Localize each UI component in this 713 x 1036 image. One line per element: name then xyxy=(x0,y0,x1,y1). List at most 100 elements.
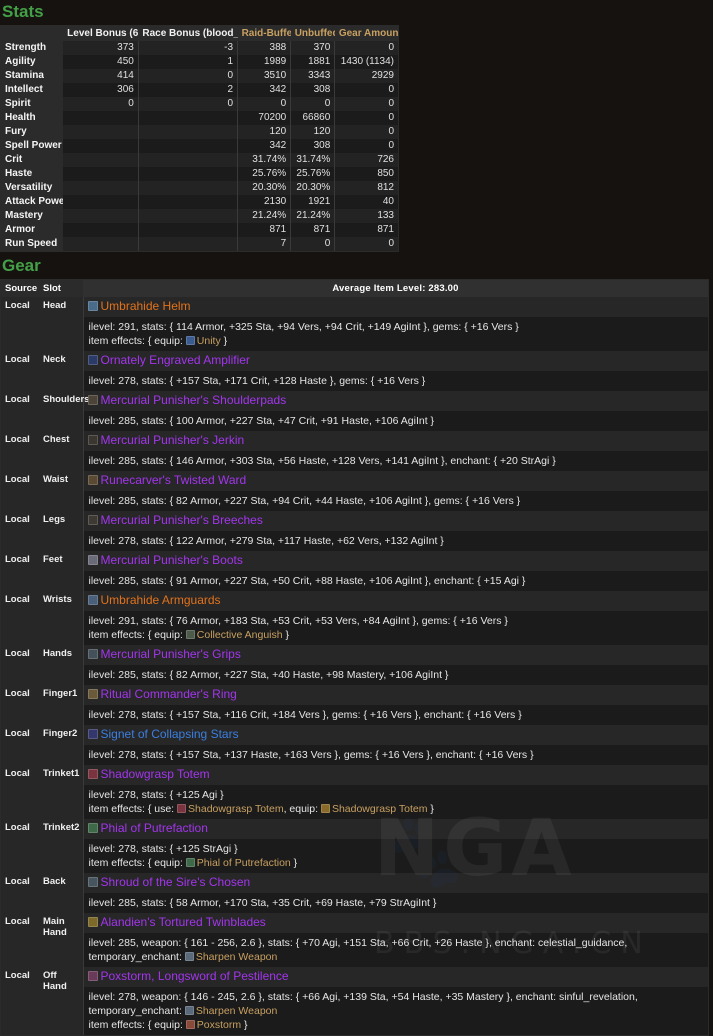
gear-item-name-cell[interactable]: Poxstorm, Longsword of Pestilence xyxy=(82,967,708,987)
item-name-link[interactable]: Shadowgrasp Totem xyxy=(101,767,210,781)
gear-item-name-cell[interactable]: Mercurial Punisher's Jerkin xyxy=(82,431,708,451)
item-name-link[interactable]: Runecarver's Twisted Ward xyxy=(101,473,247,487)
stats-cell-gear-amount: 133 xyxy=(334,209,398,223)
item-name-link[interactable]: Mercurial Punisher's Jerkin xyxy=(101,433,245,447)
stats-cell-gear-amount: 726 xyxy=(334,153,398,167)
stats-row-label: Mastery xyxy=(1,209,64,223)
stats-col-raid-buffed: Raid-Buffed xyxy=(237,26,291,41)
item-effects-line: item effects: { equip: Phial of Putrefac… xyxy=(88,857,298,869)
stats-header-row: Level Bonus (60) Race Bonus (blood_elf) … xyxy=(1,26,398,41)
gear-table: Source Slot Average Item Level: 283.00 L… xyxy=(1,280,708,1035)
stats-cell-level-bonus: 414 xyxy=(63,69,139,83)
stats-cell-gear-amount: 0 xyxy=(334,97,398,111)
stats-cell-gear-amount: 2929 xyxy=(334,69,398,83)
gear-item-row: Local Hands Mercurial Punisher's Grips xyxy=(1,645,708,685)
gear-item-name-cell[interactable]: Signet of Collapsing Stars xyxy=(82,725,708,745)
gear-item-row: Local Head Umbrahide Helm xyxy=(1,297,708,351)
stats-cell-level-bonus: 373 xyxy=(63,41,139,55)
stats-cell-raid-buffed: 20.30% xyxy=(237,181,291,195)
gear-item-name-cell[interactable]: Mercurial Punisher's Boots xyxy=(82,551,708,571)
gear-item-row: Local Trinket2 Phial of Putrefaction xyxy=(1,819,708,873)
gear-item-row: Local Wrists Umbrahide Armguards xyxy=(1,591,708,645)
item-stats-line: ilevel: 291, stats: { 114 Armor, +325 St… xyxy=(88,321,519,333)
item-effect-link[interactable]: Shadowgrasp Totem xyxy=(332,803,428,815)
item-stats-line: ilevel: 285, stats: { 146 Armor, +303 St… xyxy=(88,455,556,467)
item-name-link[interactable]: Poxstorm, Longsword of Pestilence xyxy=(101,969,289,983)
item-name-link[interactable]: Shroud of the Sire's Chosen xyxy=(101,875,251,889)
gear-detail-cell: ilevel: 278, weapon: { 146 - 245, 2.6 },… xyxy=(82,987,708,1035)
gear-detail-cell: ilevel: 285, stats: { 58 Armor, +170 Sta… xyxy=(82,893,708,913)
item-name-link[interactable]: Alandien's Tortured Twinblades xyxy=(101,915,266,929)
item-name-link[interactable]: Ornately Engraved Amplifier xyxy=(101,353,250,367)
item-effect-link[interactable]: Poxstorm xyxy=(197,1019,241,1031)
stats-row-label: Attack Power xyxy=(1,195,64,209)
gear-source: Local xyxy=(1,511,39,551)
item-effects-line: item effects: { equip: Collective Anguis… xyxy=(88,629,290,641)
stats-row: Strength 373 -3 388 370 0 xyxy=(1,41,398,55)
gear-item-name-cell[interactable]: Mercurial Punisher's Grips xyxy=(82,645,708,665)
stats-col-level-bonus: Level Bonus (60) xyxy=(63,26,139,41)
gear-item-row: Local Main Hand Alandien's Tortured Twinbl… xyxy=(1,913,708,967)
gear-detail-cell: ilevel: 285, stats: { 100 Armor, +227 St… xyxy=(82,411,708,431)
gear-item-name-cell[interactable]: Ritual Commander's Ring xyxy=(82,685,708,705)
item-icon xyxy=(87,554,98,565)
gear-detail-cell: ilevel: 285, stats: { 82 Armor, +227 Sta… xyxy=(82,665,708,685)
item-effect-link[interactable]: Unity xyxy=(197,335,221,347)
gear-detail-row: ilevel: 285, stats: { 82 Armor, +227 Sta… xyxy=(1,491,708,511)
item-effect-link[interactable]: Phial of Putrefaction xyxy=(197,857,291,869)
gear-detail-cell: ilevel: 285, stats: { 82 Armor, +227 Sta… xyxy=(82,491,708,511)
stats-cell-unbuffed: 66860 xyxy=(290,111,335,125)
item-icon xyxy=(87,354,98,365)
gear-detail-row: ilevel: 285, stats: { 91 Armor, +227 Sta… xyxy=(1,571,708,591)
temporary-enchant-link[interactable]: Sharpen Weapon xyxy=(196,1005,278,1017)
item-name-link[interactable]: Signet of Collapsing Stars xyxy=(101,727,239,741)
stats-cell-level-bonus xyxy=(63,223,139,237)
temporary-enchant-link[interactable]: Sharpen Weapon xyxy=(196,951,278,963)
item-effect-link[interactable]: Collective Anguish xyxy=(197,629,283,641)
gear-slot: Legs xyxy=(39,511,83,551)
stats-row: Versatility 20.30% 20.30% 812 xyxy=(1,181,398,195)
gear-item-name-cell[interactable]: Shroud of the Sire's Chosen xyxy=(82,873,708,893)
stats-cell-race-bonus xyxy=(137,237,238,251)
gear-item-row: Local Feet Mercurial Punisher's Boots xyxy=(1,551,708,591)
item-name-link[interactable]: Mercurial Punisher's Shoulderpads xyxy=(101,393,287,407)
gear-item-name-cell[interactable]: Shadowgrasp Totem xyxy=(82,765,708,785)
gear-item-row: Local Chest Mercurial Punisher's Jerkin xyxy=(1,431,708,471)
stats-cell-gear-amount: 0 xyxy=(334,83,398,97)
gear-detail-row: ilevel: 278, weapon: { 146 - 245, 2.6 },… xyxy=(1,987,708,1035)
gear-item-row: Local Back Shroud of the Sire's Chosen xyxy=(1,873,708,913)
gear-item-name-cell[interactable]: Mercurial Punisher's Breeches xyxy=(82,511,708,531)
item-name-link[interactable]: Mercurial Punisher's Boots xyxy=(101,553,243,567)
gear-item-name-cell[interactable]: Alandien's Tortured Twinblades xyxy=(82,913,708,933)
gear-detail-row: ilevel: 285, stats: { 82 Armor, +227 Sta… xyxy=(1,665,708,685)
gear-item-row: Local Legs Mercurial Punisher's Breeches xyxy=(1,511,708,551)
item-name-link[interactable]: Ritual Commander's Ring xyxy=(101,687,237,701)
item-effect-link[interactable]: Shadowgrasp Totem xyxy=(188,803,284,815)
gear-item-name-cell[interactable]: Phial of Putrefaction xyxy=(82,819,708,839)
gear-item-row: Local Off Hand Poxstorm, Longsword of Pest… xyxy=(1,967,708,1035)
gear-detail-row: ilevel: 285, stats: { 100 Armor, +227 St… xyxy=(1,411,708,431)
stats-cell-race-bonus xyxy=(137,139,238,153)
gear-detail-cell: ilevel: 278, stats: { +157 Sta, +116 Cri… xyxy=(82,705,708,725)
stats-cell-gear-amount: 850 xyxy=(334,167,398,181)
temporary-enchant-line: temporary_enchant: Sharpen Weapon xyxy=(88,1005,278,1017)
stats-section-title: Stats xyxy=(2,2,44,21)
gear-item-name-cell[interactable]: Ornately Engraved Amplifier xyxy=(82,351,708,371)
stats-row: Agility 450 1 1989 1881 1430 (1134) xyxy=(1,55,398,69)
item-name-link[interactable]: Mercurial Punisher's Breeches xyxy=(101,513,263,527)
gear-item-name-cell[interactable]: Runecarver's Twisted Ward xyxy=(82,471,708,491)
gear-slot: Trinket1 xyxy=(39,765,83,819)
stats-row-label: Haste xyxy=(1,167,64,181)
gear-item-name-cell[interactable]: Umbrahide Armguards xyxy=(82,591,708,611)
gear-item-name-cell[interactable]: Umbrahide Helm xyxy=(82,297,708,317)
stats-cell-gear-amount: 812 xyxy=(334,181,398,195)
item-name-link[interactable]: Mercurial Punisher's Grips xyxy=(101,647,241,661)
stats-cell-level-bonus: 450 xyxy=(63,55,139,69)
stats-cell-raid-buffed: 120 xyxy=(237,125,291,139)
item-name-link[interactable]: Phial of Putrefaction xyxy=(101,821,208,835)
item-name-link[interactable]: Umbrahide Helm xyxy=(101,299,191,313)
gear-item-name-cell[interactable]: Mercurial Punisher's Shoulderpads xyxy=(82,391,708,411)
item-name-link[interactable]: Umbrahide Armguards xyxy=(101,593,221,607)
gear-source: Local xyxy=(1,431,39,471)
gear-slot: Finger2 xyxy=(39,725,83,765)
